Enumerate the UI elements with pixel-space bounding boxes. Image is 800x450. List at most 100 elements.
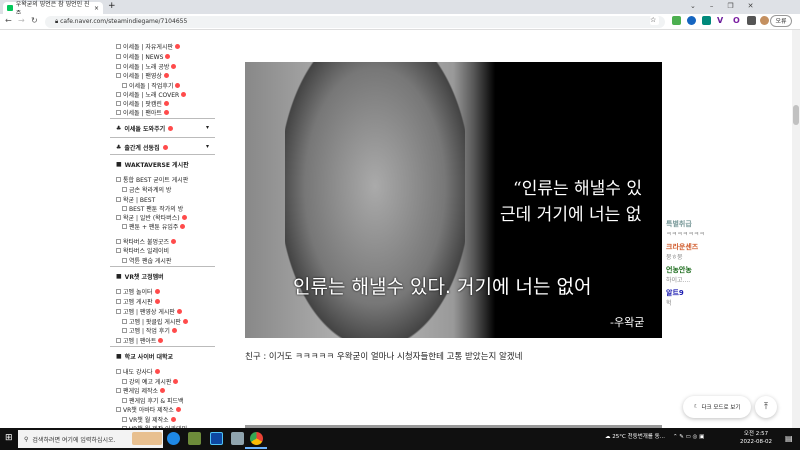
new-badge-icon [168, 126, 174, 131]
menu-item-label: 금손 왁라계의 방 [129, 187, 172, 194]
menu-item-label: 강의 예고 게시판 [129, 379, 172, 386]
sidebar-menu-item[interactable]: 팬툰 + 팬툰 유입주 [122, 222, 186, 231]
sidebar-menu-item[interactable]: 왁굳 | 일반 (왁타버스) [116, 213, 187, 222]
sidebar-menu-item[interactable]: 이세돌 | 팬아트 [116, 108, 169, 117]
sidebar-menu-item[interactable]: 이세돌 | 작업후기 [122, 81, 181, 90]
scroll-top-button[interactable]: ⤒ [755, 396, 777, 418]
sidebar-menu-item[interactable]: 왁타버스 일레이비 [116, 246, 169, 255]
new-badge-icon [160, 388, 166, 393]
chevron-down-icon[interactable]: ▾ [206, 124, 209, 131]
new-badge-icon [173, 379, 179, 384]
sidebar-menu-item[interactable]: 이세돌 | 팟캠린 [116, 99, 169, 108]
menu-item-label: 고멤 게시판 [123, 299, 153, 306]
menu-item-label: 고멤 | 팟클립 게시판 [129, 319, 181, 326]
sidebar-section-header[interactable]: ■ VR챗 고정멤버 [116, 272, 164, 281]
new-badge-icon [163, 101, 169, 106]
image-subtitle: 인류는 해낼수 있다. 거기에 너는 없어 [293, 276, 592, 298]
board-icon [116, 44, 121, 49]
weather-widget[interactable]: ☁ 25°C 천둥번개를 동... ⌃ ✎ ▭ ◎ ▣ [605, 432, 704, 440]
edge-icon[interactable] [167, 432, 180, 445]
sidebar-menu-item[interactable]: 이세돌 | 노래 공방 [116, 62, 177, 71]
clock[interactable]: 오전 2:57 2022-08-02 [740, 430, 772, 446]
sidebar-section-header[interactable]: ♣ 출간계 선동집 [116, 143, 168, 152]
browser-tab[interactable]: 우왁굳의 띵언은 참 띵언인 진주 × [3, 1, 103, 17]
sidebar-menu-item[interactable]: 강의 예고 게시판 [122, 377, 179, 386]
scrollbar-thumb[interactable] [793, 105, 799, 125]
sidebar-menu-item[interactable]: VR챗 월 제작소 [122, 415, 176, 424]
clock-time: 오전 2:57 [743, 431, 769, 437]
sidebar-menu-item[interactable]: 역튠 팬숩 게시판 [122, 256, 171, 265]
sidebar-menu-item[interactable]: 이세돌 | NEWS [116, 52, 171, 61]
extension-icon[interactable] [747, 16, 756, 25]
extension-icon[interactable] [687, 16, 696, 25]
sidebar-menu-item[interactable]: 고멤 | 팟클립 게시판 [122, 317, 188, 326]
board-icon [116, 239, 121, 244]
sidebar-section-header[interactable]: ■ 학교 사이버 대학교 [116, 352, 173, 361]
extension-icon[interactable] [702, 16, 711, 25]
close-tab-icon[interactable]: × [94, 5, 99, 12]
sidebar-menu-item[interactable]: 왁타버스 불멍굿즈 [116, 237, 177, 246]
new-badge-icon [154, 369, 160, 374]
chat-username[interactable]: 특별취급 [666, 219, 692, 229]
board-icon [116, 177, 121, 182]
address-bar[interactable]: 🔒︎ cafe.naver.com/steamindiegame/7104655 [45, 16, 665, 28]
chat-message: 헉 [666, 300, 672, 307]
sidebar-menu-item[interactable]: 고멤 놀이터 [116, 287, 160, 296]
reload-icon[interactable]: ↻ [31, 16, 38, 25]
minecraft-icon[interactable] [188, 432, 201, 445]
sidebar-menu-item[interactable]: 이세돌 | 자유게시판 [116, 42, 180, 51]
sidebar-menu-item[interactable]: 고멤 | 작업 후기 [122, 326, 177, 335]
menu-item-label: 이세돌 | NEWS [123, 54, 164, 61]
extension-icon[interactable] [672, 16, 681, 25]
star-icon[interactable]: ☆ [650, 16, 659, 25]
extension-v-icon[interactable]: V [717, 16, 723, 25]
windows-start-icon[interactable]: ⊞ [5, 433, 13, 443]
chat-username[interactable]: 언농안농 [666, 265, 692, 275]
sidebar-menu-item[interactable]: VR챗 아바타 제작소 [116, 405, 181, 414]
divider [110, 154, 215, 155]
sidebar-menu-item[interactable]: 이세돌 | 팬영상 [116, 71, 169, 80]
new-badge-icon [171, 239, 177, 244]
menu-item-label: 고멤 놀이터 [123, 289, 153, 296]
club-icon: ♣ [116, 144, 122, 151]
board-icon [116, 388, 121, 393]
profile-button[interactable]: 오류 [770, 15, 792, 27]
chrome-icon[interactable] [250, 432, 263, 445]
sidebar-menu-item[interactable]: 금손 왁라계의 방 [122, 185, 171, 194]
sidebar-menu-item[interactable]: 고멤 | 팬아트 [116, 336, 164, 345]
board-icon [116, 101, 121, 106]
divider [110, 137, 215, 138]
forward-icon[interactable]: → [18, 16, 25, 25]
sidebar-menu-item[interactable]: 고멤 | 팬영상 게시판 [116, 307, 182, 316]
sidebar-section-header[interactable]: ■ WAKTAVERSE 게시판 [116, 160, 189, 169]
sidebar-menu-item[interactable]: 내도 강사다 [116, 367, 160, 376]
sidebar-section-header[interactable]: ♣ 이세돌 도와주기 [116, 124, 174, 133]
sidebar-menu-item[interactable]: 고멤 게시판 [116, 297, 160, 306]
chat-username[interactable]: 알트9 [666, 288, 684, 298]
chevron-down-icon[interactable]: ▾ [206, 143, 209, 150]
menu-item-label: 왁굳 | 일반 (왁타버스) [123, 215, 180, 222]
scrollbar[interactable] [792, 30, 800, 428]
new-badge-icon [163, 73, 169, 78]
sidebar-menu-item[interactable]: BEST 팬툰 작가의 방 [122, 204, 183, 213]
sidebar-menu-item[interactable]: 팬게임 제작소 [116, 386, 166, 395]
board-icon [122, 319, 127, 324]
tray-icons[interactable]: ⌃ ✎ ▭ ◎ ▣ [673, 434, 704, 440]
sidebar-menu-item[interactable]: 팬게임 후기 & 피드백 [122, 396, 184, 405]
board-icon [116, 369, 121, 374]
sidebar-menu-item[interactable]: 이세돌 | 노래 COVER [116, 90, 187, 99]
new-tab-button[interactable]: + [108, 1, 116, 11]
board-icon [116, 73, 121, 78]
vegas-icon[interactable] [210, 432, 223, 445]
extension-o-icon[interactable]: O [733, 16, 740, 25]
chat-username[interactable]: 크라운센즈 [666, 242, 698, 252]
menu-item-label: 이세돌 | 노래 COVER [123, 92, 180, 99]
back-icon[interactable]: ← [5, 16, 12, 25]
dark-mode-button[interactable]: ☾ 다크 모드로 보기 [683, 396, 751, 418]
sidebar-menu-item[interactable]: 왁굳 | BEST [116, 195, 155, 204]
notification-icon[interactable]: ▤ [785, 434, 793, 443]
sidebar-menu-item[interactable]: 통합 BEST 굳이트 게시판 [116, 175, 188, 184]
window-controls[interactable]: ⌄–❐✕ [690, 2, 768, 10]
app-icon[interactable] [231, 432, 244, 445]
avatar[interactable] [760, 16, 769, 25]
